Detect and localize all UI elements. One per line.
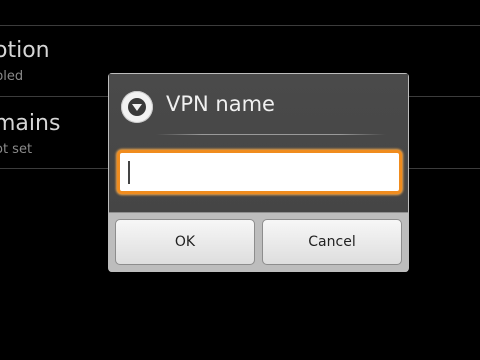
- dialog-title: VPN name: [166, 92, 275, 116]
- list-divider: [0, 25, 480, 26]
- dialog-header: VPN name: [109, 74, 408, 212]
- vpn-name-input[interactable]: [117, 150, 402, 194]
- dialog-button-bar: OK Cancel: [109, 212, 408, 272]
- vpn-name-dialog: VPN name OK Cancel: [108, 73, 409, 272]
- ok-button[interactable]: OK: [115, 219, 255, 265]
- list-item-summary: bled: [0, 69, 24, 84]
- cancel-button[interactable]: Cancel: [262, 219, 402, 265]
- dropdown-arrow-icon: [121, 91, 153, 123]
- list-item-title[interactable]: otion: [0, 38, 50, 63]
- text-cursor: [128, 161, 130, 184]
- list-item-title[interactable]: mains: [0, 111, 60, 136]
- title-divider: [156, 134, 386, 135]
- list-item-summary: ot set: [0, 142, 33, 157]
